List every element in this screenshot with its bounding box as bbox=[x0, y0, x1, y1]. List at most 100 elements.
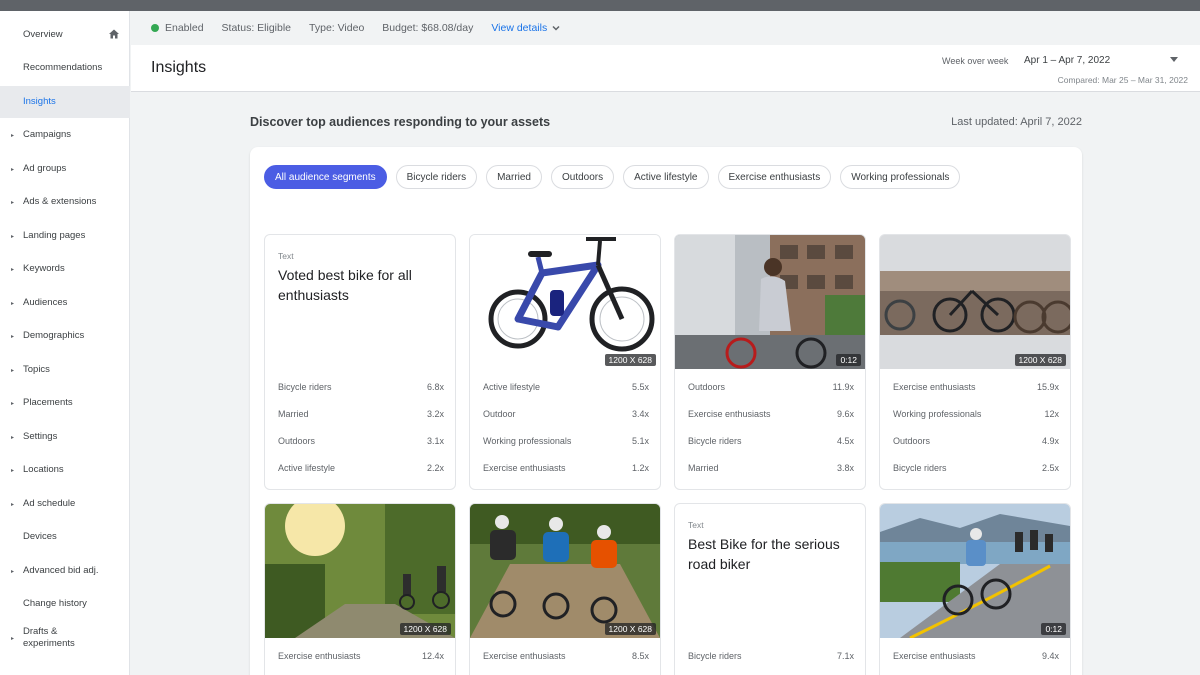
audience-metric-row: Outdoors 3.1x bbox=[278, 436, 444, 450]
view-details-label: View details bbox=[491, 22, 548, 34]
asset-card-video-1[interactable]: 0:12 Outdoors 11.9x Exercise enthusiasts 9… bbox=[674, 234, 866, 490]
sidebar-item-ads-extensions[interactable]: ▸ Ads & extensions bbox=[0, 186, 130, 218]
asset-dimensions: 1200 X 628 bbox=[1014, 354, 1066, 366]
audience-name: Outdoors bbox=[278, 436, 316, 446]
audience-index: 15.9x bbox=[1036, 382, 1059, 392]
asset-card-image-1[interactable]: 1200 X 628 Active lifestyle 5.5x Outdoor 3… bbox=[469, 234, 661, 490]
chevron-right-icon: ▸ bbox=[11, 233, 15, 240]
sidebar-item-change-history[interactable]: Change history bbox=[0, 588, 130, 620]
sidebar-item-insights[interactable]: Insights bbox=[0, 86, 130, 118]
sidebar-item-drafts-experiments[interactable]: ▸ Drafts & experiments bbox=[0, 623, 130, 653]
audience-metric-row: Bicycle riders 7.1x bbox=[688, 651, 854, 665]
sidebar-item-landing-pages[interactable]: ▸ Landing pages bbox=[0, 220, 130, 252]
chip-married[interactable]: Married bbox=[486, 165, 542, 189]
audience-name: Working professionals bbox=[893, 409, 982, 419]
audience-name: Exercise enthusiasts bbox=[278, 651, 361, 661]
sidebar-item-label: Placements bbox=[23, 397, 73, 408]
audience-name: Bicycle riders bbox=[893, 463, 947, 473]
sidebar-item-label: Landing pages bbox=[23, 230, 86, 241]
sidebar-item-label: Demographics bbox=[23, 330, 85, 341]
asset-thumbnail: 1200 X 628 bbox=[470, 504, 660, 638]
page-title: Insights bbox=[151, 59, 207, 76]
sidebar-item-label: Change history bbox=[23, 598, 87, 609]
sidebar-item-keywords[interactable]: ▸ Keywords bbox=[0, 253, 130, 285]
audience-index: 2.2x bbox=[426, 463, 444, 473]
audience-name: Outdoor bbox=[483, 409, 516, 419]
blue-mountain-bike-image bbox=[488, 237, 655, 352]
sidebar-item-locations[interactable]: ▸ Locations bbox=[0, 454, 130, 486]
sidebar-item-label: Recommendations bbox=[23, 62, 103, 73]
chevron-right-icon: ▸ bbox=[11, 132, 15, 139]
sidebar-item-label: Ad schedule bbox=[23, 498, 76, 509]
date-range-value[interactable]: Apr 1 – Apr 7, 2022 bbox=[1024, 55, 1110, 66]
sidebar-item-label: Topics bbox=[23, 364, 50, 375]
asset-thumbnail: 1200 X 628 bbox=[265, 504, 455, 638]
campaign-budget: Budget: $68.08/day bbox=[382, 22, 474, 34]
asset-card-image-2[interactable]: 1200 X 628 Exercise enthusiasts 15.9x Wor… bbox=[879, 234, 1071, 490]
sidebar-item-ad-groups[interactable]: ▸ Ad groups bbox=[0, 153, 130, 185]
audience-index: 12x bbox=[1044, 409, 1059, 419]
sidebar-item-ad-schedule[interactable]: ▸ Ad schedule bbox=[0, 488, 130, 520]
sidebar-item-advanced-bid-adj[interactable]: ▸ Advanced bid adj. bbox=[0, 555, 130, 587]
audience-metric-row: Bicycle riders 6.8x bbox=[278, 382, 444, 396]
audience-metric-row: Working professionals 12x bbox=[893, 409, 1059, 423]
sidebar-item-audiences[interactable]: ▸ Audiences bbox=[0, 287, 130, 319]
asset-card-text-2[interactable]: Text Best Bike for the serious road bike… bbox=[674, 503, 866, 675]
lakeside-road-cyclists-image bbox=[880, 504, 1070, 638]
sidebar-item-campaigns[interactable]: ▸ Campaigns bbox=[0, 119, 130, 151]
date-range-picker[interactable]: Week over week Apr 1 – Apr 7, 2022 Compa… bbox=[932, 54, 1192, 86]
sidebar-item-placements[interactable]: ▸ Placements bbox=[0, 387, 130, 419]
chip-active-lifestyle[interactable]: Active lifestyle bbox=[623, 165, 709, 189]
sidebar-item-devices[interactable]: Devices bbox=[0, 521, 130, 553]
sidebar-item-settings[interactable]: ▸ Settings bbox=[0, 421, 130, 453]
sidebar-item-topics[interactable]: ▸ Topics bbox=[0, 354, 130, 386]
audience-index: 9.4x bbox=[1041, 651, 1059, 661]
audience-name: Bicycle riders bbox=[278, 382, 332, 392]
sidebar-item-label-line1: Drafts & bbox=[23, 626, 58, 637]
audience-metric-row: Married 3.8x bbox=[688, 463, 854, 477]
asset-thumbnail: 0:12 bbox=[675, 235, 865, 369]
audience-index: 1.2x bbox=[631, 463, 649, 473]
chevron-right-icon: ▸ bbox=[11, 434, 15, 441]
audience-index: 7.1x bbox=[836, 651, 854, 661]
audience-name: Outdoors bbox=[893, 436, 931, 446]
sidebar-item-demographics[interactable]: ▸ Demographics bbox=[0, 320, 130, 352]
sidebar-item-overview[interactable]: Overview bbox=[0, 19, 130, 51]
chip-all-audience-segments[interactable]: All audience segments bbox=[264, 165, 387, 189]
chevron-right-icon: ▸ bbox=[11, 266, 15, 273]
insights-subheading: Discover top audiences responding to you… bbox=[250, 115, 551, 129]
audience-name: Exercise enthusiasts bbox=[893, 382, 976, 392]
audience-metric-row: Active lifestyle 5.5x bbox=[483, 382, 649, 396]
sidebar-item-label: Insights bbox=[23, 96, 56, 107]
chip-exercise-enthusiasts[interactable]: Exercise enthusiasts bbox=[717, 165, 832, 189]
chevron-right-icon: ▸ bbox=[11, 568, 15, 575]
sidebar-item-label: Ads & extensions bbox=[23, 196, 97, 207]
chip-outdoors[interactable]: Outdoors bbox=[551, 165, 615, 189]
audience-name: Working professionals bbox=[483, 436, 572, 446]
view-details-link[interactable]: View details bbox=[491, 22, 561, 34]
audience-index: 12.4x bbox=[421, 651, 444, 661]
chip-bicycle-riders[interactable]: Bicycle riders bbox=[395, 165, 478, 189]
asset-type-label: Text bbox=[688, 520, 704, 530]
audience-metric-row: Outdoors 11.9x bbox=[688, 382, 854, 396]
sidebar-item-recommendations[interactable]: Recommendations bbox=[0, 52, 130, 84]
asset-card-text-1[interactable]: Text Voted best bike for all enthusiasts… bbox=[264, 234, 456, 490]
asset-card-image-4[interactable]: 1200 X 628 Exercise enthusiasts 8.5x bbox=[469, 503, 661, 675]
asset-thumbnail: 1200 X 628 bbox=[880, 235, 1070, 369]
audience-index: 5.5x bbox=[631, 382, 649, 392]
dropdown-caret-icon[interactable] bbox=[1170, 57, 1178, 62]
audience-index: 9.6x bbox=[836, 409, 854, 419]
audience-name: Exercise enthusiasts bbox=[483, 651, 566, 661]
audience-metric-row: Bicycle riders 2.5x bbox=[893, 463, 1059, 477]
eligibility-status: Status: Eligible bbox=[221, 22, 292, 34]
audience-name: Bicycle riders bbox=[688, 436, 742, 446]
audience-index: 3.4x bbox=[631, 409, 649, 419]
asset-card-image-3[interactable]: 1200 X 628 Exercise enthusiasts 12.4x bbox=[264, 503, 456, 675]
chevron-right-icon: ▸ bbox=[11, 467, 15, 474]
audience-metric-row: Married 3.2x bbox=[278, 409, 444, 423]
chip-working-professionals[interactable]: Working professionals bbox=[840, 165, 961, 189]
asset-card-video-2[interactable]: 0:12 Exercise enthusiasts 9.4x bbox=[879, 503, 1071, 675]
comparison-mode-label: Week over week bbox=[942, 56, 1009, 66]
audience-metric-row: Outdoor 3.4x bbox=[483, 409, 649, 423]
sidebar-item-label: Advanced bid adj. bbox=[23, 565, 99, 576]
